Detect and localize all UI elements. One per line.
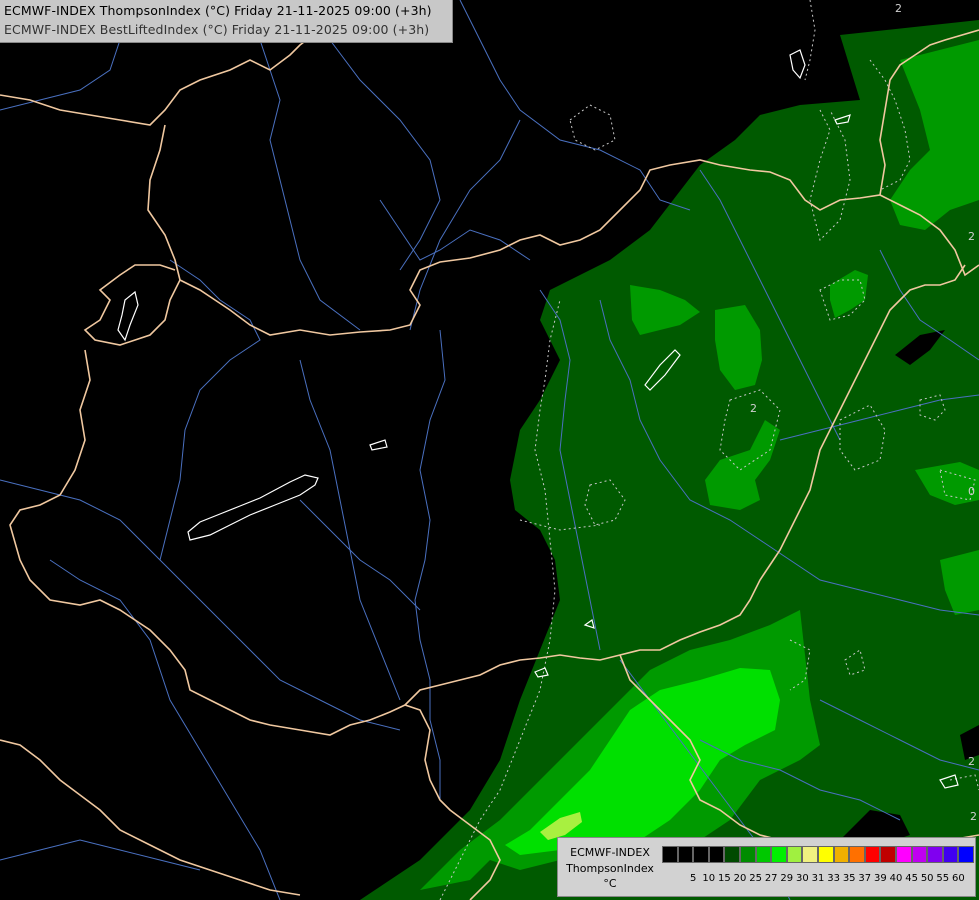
legend-tick-label: 20: [733, 873, 747, 884]
legend-tick-label: 39: [874, 873, 887, 884]
legend-swatches: [662, 846, 974, 863]
legend-tick-label: 37: [858, 873, 872, 884]
contour-label: 2: [968, 755, 975, 768]
legend-swatch: [662, 846, 678, 863]
legend-swatch: [708, 846, 725, 863]
legend-tick-label: 30: [796, 873, 809, 884]
legend-swatch: [817, 846, 834, 863]
legend-swatch: [942, 846, 959, 863]
legend-swatch: [895, 846, 912, 863]
legend-title-unit: °C: [603, 877, 617, 890]
map-title-box: ECMWF-INDEX ThompsonIndex (°C) Friday 21…: [0, 0, 453, 43]
legend-tick-label: 35: [842, 873, 856, 884]
legend-tick-label: 27: [764, 873, 778, 884]
title-thompson-index: ECMWF-INDEX ThompsonIndex (°C) Friday 21…: [4, 3, 432, 18]
legend-swatch: [755, 846, 772, 863]
legend-tick-label: 33: [827, 873, 840, 884]
legend-swatch: [739, 846, 756, 863]
legend-swatch: [958, 846, 974, 863]
legend-swatch: [693, 846, 709, 863]
legend-swatch: [864, 846, 881, 863]
legend-swatch: [786, 846, 803, 863]
legend-tick-label: 60: [952, 873, 965, 884]
legend-tick-label: 29: [780, 873, 794, 884]
legend-swatch: [849, 846, 865, 863]
legend-tick-label: 40: [889, 873, 903, 884]
legend-tick-label: 15: [718, 873, 731, 884]
legend-tick-label: 50: [920, 873, 934, 884]
contour-label: 2: [895, 2, 902, 15]
legend-tick-label: 45: [905, 873, 918, 884]
weather-map: 2 2 2 0 2 2: [0, 0, 979, 900]
legend-tick-label: 31: [811, 873, 825, 884]
contour-label: 0: [968, 485, 975, 498]
legend-swatch: [833, 846, 850, 863]
contour-label: 2: [970, 810, 977, 823]
legend-tick-label: 5: [690, 873, 697, 884]
legend-swatch: [927, 846, 943, 863]
legend-swatch: [880, 846, 896, 863]
legend-swatch: [911, 846, 928, 863]
legend-swatch: [724, 846, 740, 863]
legend-tick-label: 25: [749, 873, 762, 884]
legend-swatch: [771, 846, 787, 863]
color-legend: ECMWF-INDEX ThompsonIndex °C 5 10 15 20 25 27…: [557, 837, 976, 897]
contour-label: 2: [968, 230, 975, 243]
legend-swatch: [802, 846, 818, 863]
title-best-lifted-index: ECMWF-INDEX BestLiftedIndex (°C) Friday …: [4, 22, 430, 37]
legend-tick-label: 55: [936, 873, 950, 884]
legend-tick-label: 10: [702, 873, 716, 884]
legend-ticks: 5 10 15 20 25 27 29 30 31 33 35 37 39 40 45 50 55 60: [662, 873, 974, 887]
legend-title-source: ECMWF-INDEX: [570, 846, 650, 859]
legend-title-variable: ThompsonIndex: [566, 862, 654, 875]
legend-swatch: [677, 846, 694, 863]
contour-label: 2: [750, 402, 757, 415]
